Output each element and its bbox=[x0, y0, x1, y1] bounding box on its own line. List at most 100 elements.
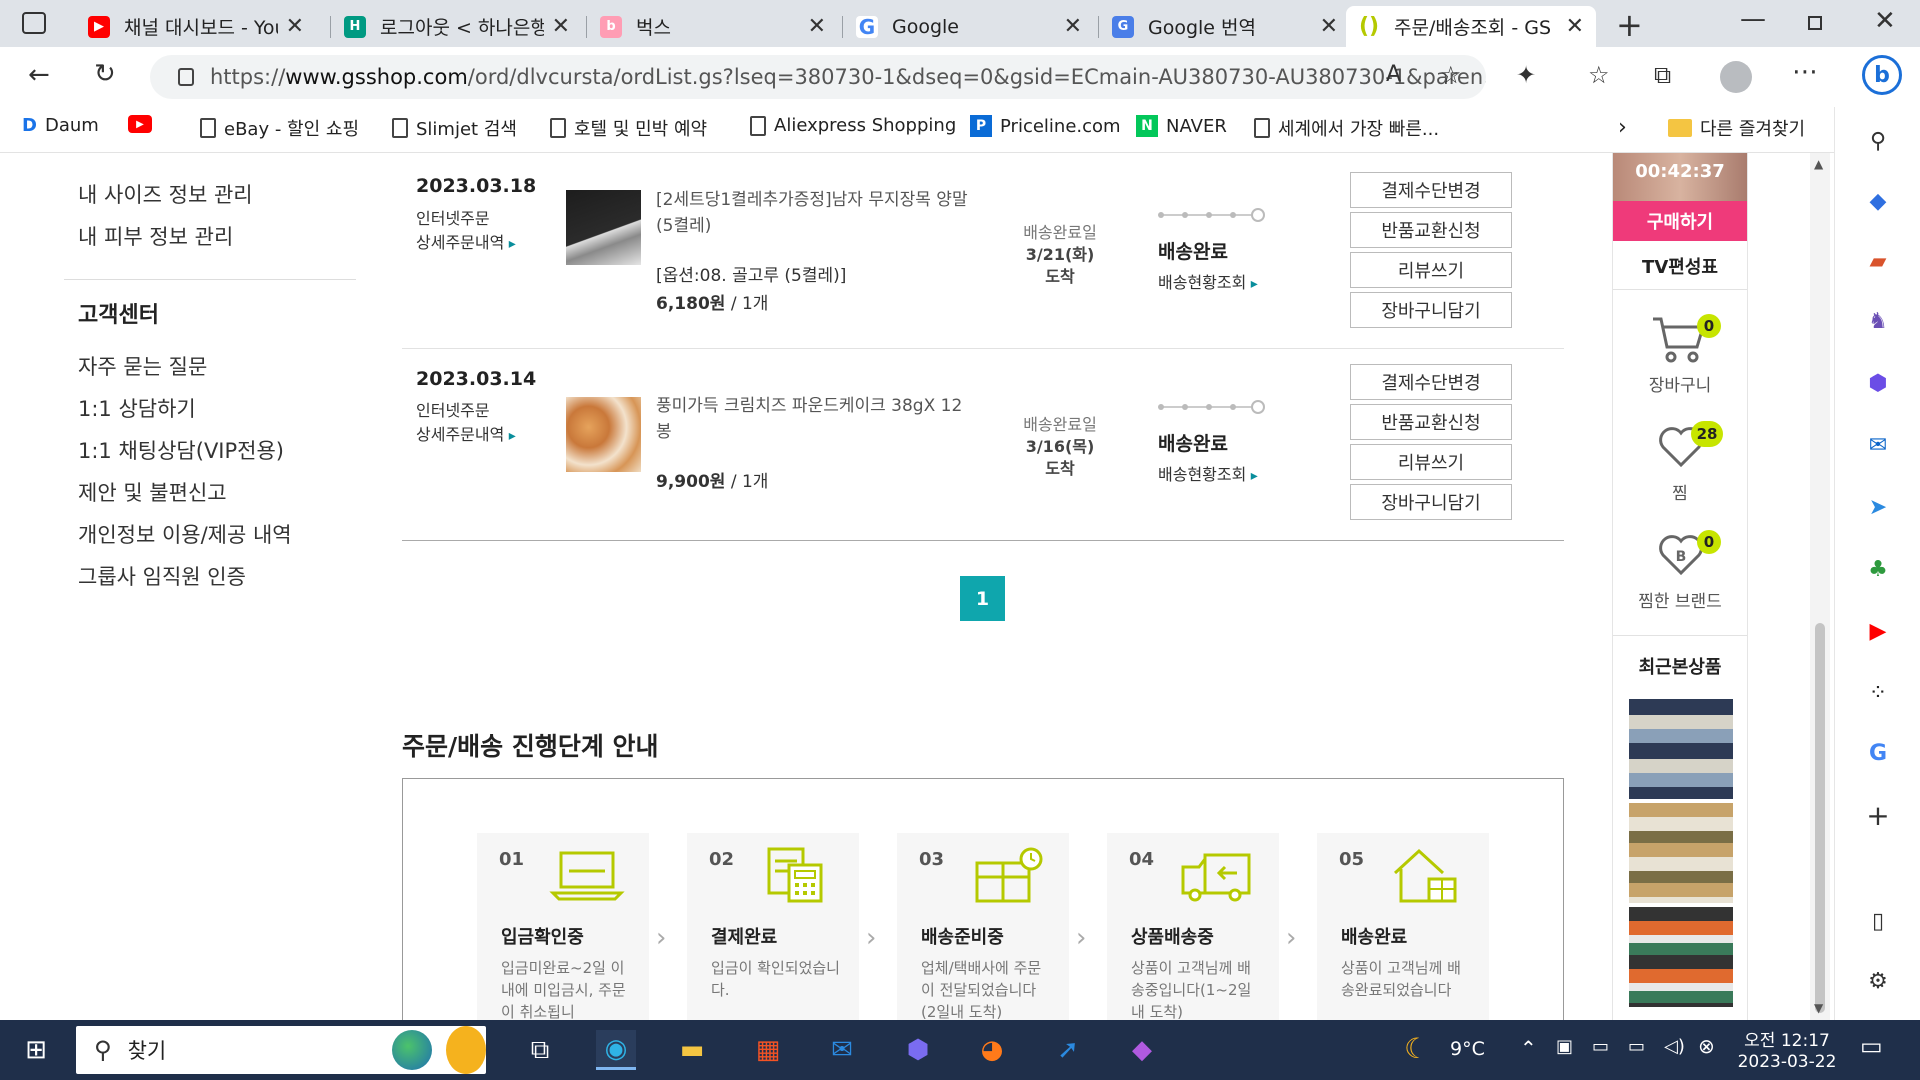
recent-item-towels-1[interactable] bbox=[1629, 699, 1733, 799]
pagination-page-1[interactable]: 1 bbox=[960, 576, 1005, 621]
tracking-link[interactable]: 배송현황조회 bbox=[1158, 269, 1258, 293]
clock-date[interactable]: 2023-03-22 bbox=[1732, 1052, 1842, 1072]
split-screen-icon[interactable]: ▯ bbox=[1864, 907, 1892, 935]
order-detail-link[interactable]: 상세주문내역 bbox=[416, 421, 516, 445]
wish-label[interactable]: 찜 bbox=[1613, 479, 1747, 504]
tools-briefcase-icon[interactable]: ▰ bbox=[1864, 247, 1892, 275]
bookmark-daum[interactable]: D Daum bbox=[22, 115, 99, 136]
sidebar-link-chat-vip[interactable]: 1:1 채팅상담(VIP전용) bbox=[78, 435, 284, 465]
office-icon[interactable]: ⬢ bbox=[1864, 369, 1892, 397]
close-icon[interactable]: ✕ bbox=[1566, 14, 1584, 39]
outlook-icon[interactable]: ✉ bbox=[1864, 431, 1892, 459]
close-icon[interactable]: ✕ bbox=[286, 14, 304, 39]
scroll-up-arrow-icon[interactable]: ▲ bbox=[1814, 157, 1823, 171]
recent-item-towels-3[interactable] bbox=[1629, 907, 1733, 1007]
copilot-hexagon-icon[interactable]: ⬢ bbox=[898, 1030, 938, 1070]
tray-camera-icon[interactable]: ▣ bbox=[1556, 1036, 1573, 1057]
order-detail-link[interactable]: 상세주문내역 bbox=[416, 229, 516, 253]
search-icon[interactable]: ⚲ bbox=[1864, 127, 1892, 155]
collections-icon[interactable]: ⧉ bbox=[1654, 63, 1671, 87]
sidebar-link-employee[interactable]: 그룹사 임직원 인증 bbox=[78, 561, 246, 591]
return-exchange-button[interactable]: 반품교환신청 bbox=[1350, 212, 1512, 248]
change-payment-button[interactable]: 결제수단변경 bbox=[1350, 172, 1512, 208]
google-icon[interactable]: G bbox=[1864, 739, 1892, 767]
address-bar[interactable]: https://www.gsshop.com/ord/dlvcursta/ord… bbox=[150, 55, 1486, 99]
rocket-app-icon[interactable]: ➚ bbox=[1048, 1030, 1088, 1070]
weather-moon-icon[interactable]: ☾ bbox=[1404, 1032, 1429, 1065]
weather-temp[interactable]: 9°C bbox=[1450, 1038, 1485, 1060]
firefox-icon[interactable]: ◕ bbox=[972, 1030, 1012, 1070]
cart-label[interactable]: 장바구니 bbox=[1613, 371, 1747, 396]
product-thumbnail-cake[interactable] bbox=[566, 397, 641, 472]
page-scrollbar[interactable]: ▲ ▼ bbox=[1810, 153, 1830, 1020]
bookmark-ebay[interactable]: eBay - 할인 쇼핑 bbox=[200, 115, 359, 141]
tray-volume-icon[interactable]: ◁) bbox=[1664, 1036, 1685, 1057]
bing-icon[interactable]: b bbox=[1862, 55, 1902, 95]
bookmarks-overflow-chevron-icon[interactable]: › bbox=[1618, 115, 1627, 140]
add-favorite-icon[interactable]: ☆ bbox=[1440, 63, 1462, 87]
sidebar-link-skin[interactable]: 내 피부 정보 관리 bbox=[78, 221, 233, 251]
add-to-cart-button[interactable]: 장바구니담기 bbox=[1350, 484, 1512, 520]
settings-gear-icon[interactable]: ⚙ bbox=[1864, 967, 1892, 995]
tab-bugs[interactable]: b 벅스 ✕ bbox=[588, 6, 838, 47]
dots-app-icon[interactable]: ⁘ bbox=[1864, 679, 1892, 707]
youtube-icon[interactable]: ▶ bbox=[1864, 617, 1892, 645]
change-payment-button[interactable]: 결제수단변경 bbox=[1350, 364, 1512, 400]
tracking-link[interactable]: 배송현황조회 bbox=[1158, 461, 1258, 485]
more-menu-icon[interactable]: ⋯ bbox=[1792, 59, 1818, 85]
tray-mute-icon[interactable]: ⊗ bbox=[1698, 1034, 1715, 1058]
send-icon[interactable]: ➤ bbox=[1864, 493, 1892, 521]
close-icon[interactable]: ✕ bbox=[1320, 14, 1338, 39]
product-name[interactable]: [2세트당1켤레추가증정]남자 무지장목 양말 (5켤레) bbox=[656, 187, 976, 239]
buy-button[interactable]: 구매하기 bbox=[1613, 201, 1747, 241]
edge-taskbar-icon[interactable]: ◉ bbox=[596, 1030, 636, 1070]
favorites-icon[interactable]: ☆ bbox=[1588, 63, 1610, 87]
read-aloud-icon[interactable]: A bbox=[1386, 64, 1401, 86]
scroll-thumb[interactable] bbox=[1815, 623, 1825, 1013]
bookmark-fastest[interactable]: 세계에서 가장 빠른... bbox=[1254, 115, 1439, 141]
close-icon[interactable]: ✕ bbox=[808, 14, 826, 39]
write-review-button[interactable]: 리뷰쓰기 bbox=[1350, 444, 1512, 480]
tray-battery-icon[interactable]: ▭ bbox=[1592, 1036, 1609, 1057]
drop-app-icon[interactable]: ◆ bbox=[1122, 1030, 1162, 1070]
product-name[interactable]: 풍미가득 크림치즈 파운드케이크 38gX 12봉 bbox=[656, 393, 976, 445]
tv-schedule-link[interactable]: TV편성표 bbox=[1613, 253, 1747, 279]
notification-icon[interactable]: ▭ bbox=[1860, 1032, 1883, 1060]
bookmark-aliexpress[interactable]: Aliexpress Shopping bbox=[750, 115, 956, 136]
sidebar-link-privacy[interactable]: 개인정보 이용/제공 내역 bbox=[78, 519, 292, 549]
store-icon[interactable]: ▦ bbox=[748, 1030, 788, 1070]
tab-gsshop[interactable]: () 주문/배송조회 - GS ✕ bbox=[1346, 6, 1596, 47]
brand-label[interactable]: 찜한 브랜드 bbox=[1613, 587, 1747, 612]
tree-icon[interactable]: ♣ bbox=[1864, 555, 1892, 583]
add-icon[interactable]: + bbox=[1864, 799, 1892, 832]
recent-item-towels-2[interactable] bbox=[1629, 803, 1733, 903]
sidebar-link-faq[interactable]: 자주 묻는 질문 bbox=[78, 351, 207, 381]
bookmark-youtube[interactable]: ▶ bbox=[128, 115, 160, 133]
sidebar-link-suggest[interactable]: 제안 및 불편신고 bbox=[78, 477, 227, 507]
tab-google[interactable]: G Google ✕ bbox=[844, 6, 1094, 47]
sidebar-link-size[interactable]: 내 사이즈 정보 관리 bbox=[78, 179, 253, 209]
add-to-cart-button[interactable]: 장바구니담기 bbox=[1350, 292, 1512, 328]
shopping-tag-icon[interactable]: ◆ bbox=[1864, 187, 1892, 215]
profile-avatar[interactable] bbox=[1720, 61, 1752, 93]
return-exchange-button[interactable]: 반품교환신청 bbox=[1350, 404, 1512, 440]
tab-actions-icon[interactable] bbox=[22, 12, 46, 34]
scroll-down-arrow-icon[interactable]: ▼ bbox=[1814, 1001, 1823, 1015]
games-icon[interactable]: ♞ bbox=[1864, 307, 1892, 335]
bookmark-slimjet[interactable]: Slimjet 검색 bbox=[392, 115, 517, 141]
lock-icon[interactable] bbox=[178, 68, 194, 86]
sidebar-link-consult[interactable]: 1:1 상담하기 bbox=[78, 393, 196, 423]
taskbar-search[interactable]: ⚲ 찾기 bbox=[76, 1026, 486, 1074]
back-icon[interactable]: ← bbox=[28, 62, 50, 88]
close-window-button[interactable]: ✕ bbox=[1874, 6, 1896, 36]
close-icon[interactable]: ✕ bbox=[1064, 14, 1082, 39]
extensions-icon[interactable]: ✦ bbox=[1516, 63, 1536, 87]
product-thumbnail-socks[interactable] bbox=[566, 190, 641, 265]
tab-hana[interactable]: H 로그아웃 < 하나은행 ✕ bbox=[332, 6, 582, 47]
close-icon[interactable]: ✕ bbox=[552, 14, 570, 39]
tab-youtube[interactable]: ▶ 채널 대시보드 - You ✕ bbox=[76, 6, 316, 47]
write-review-button[interactable]: 리뷰쓰기 bbox=[1350, 252, 1512, 288]
file-explorer-icon[interactable]: ▬ bbox=[672, 1030, 712, 1070]
restore-button[interactable] bbox=[1808, 16, 1822, 30]
minimize-button[interactable]: — bbox=[1740, 4, 1766, 34]
